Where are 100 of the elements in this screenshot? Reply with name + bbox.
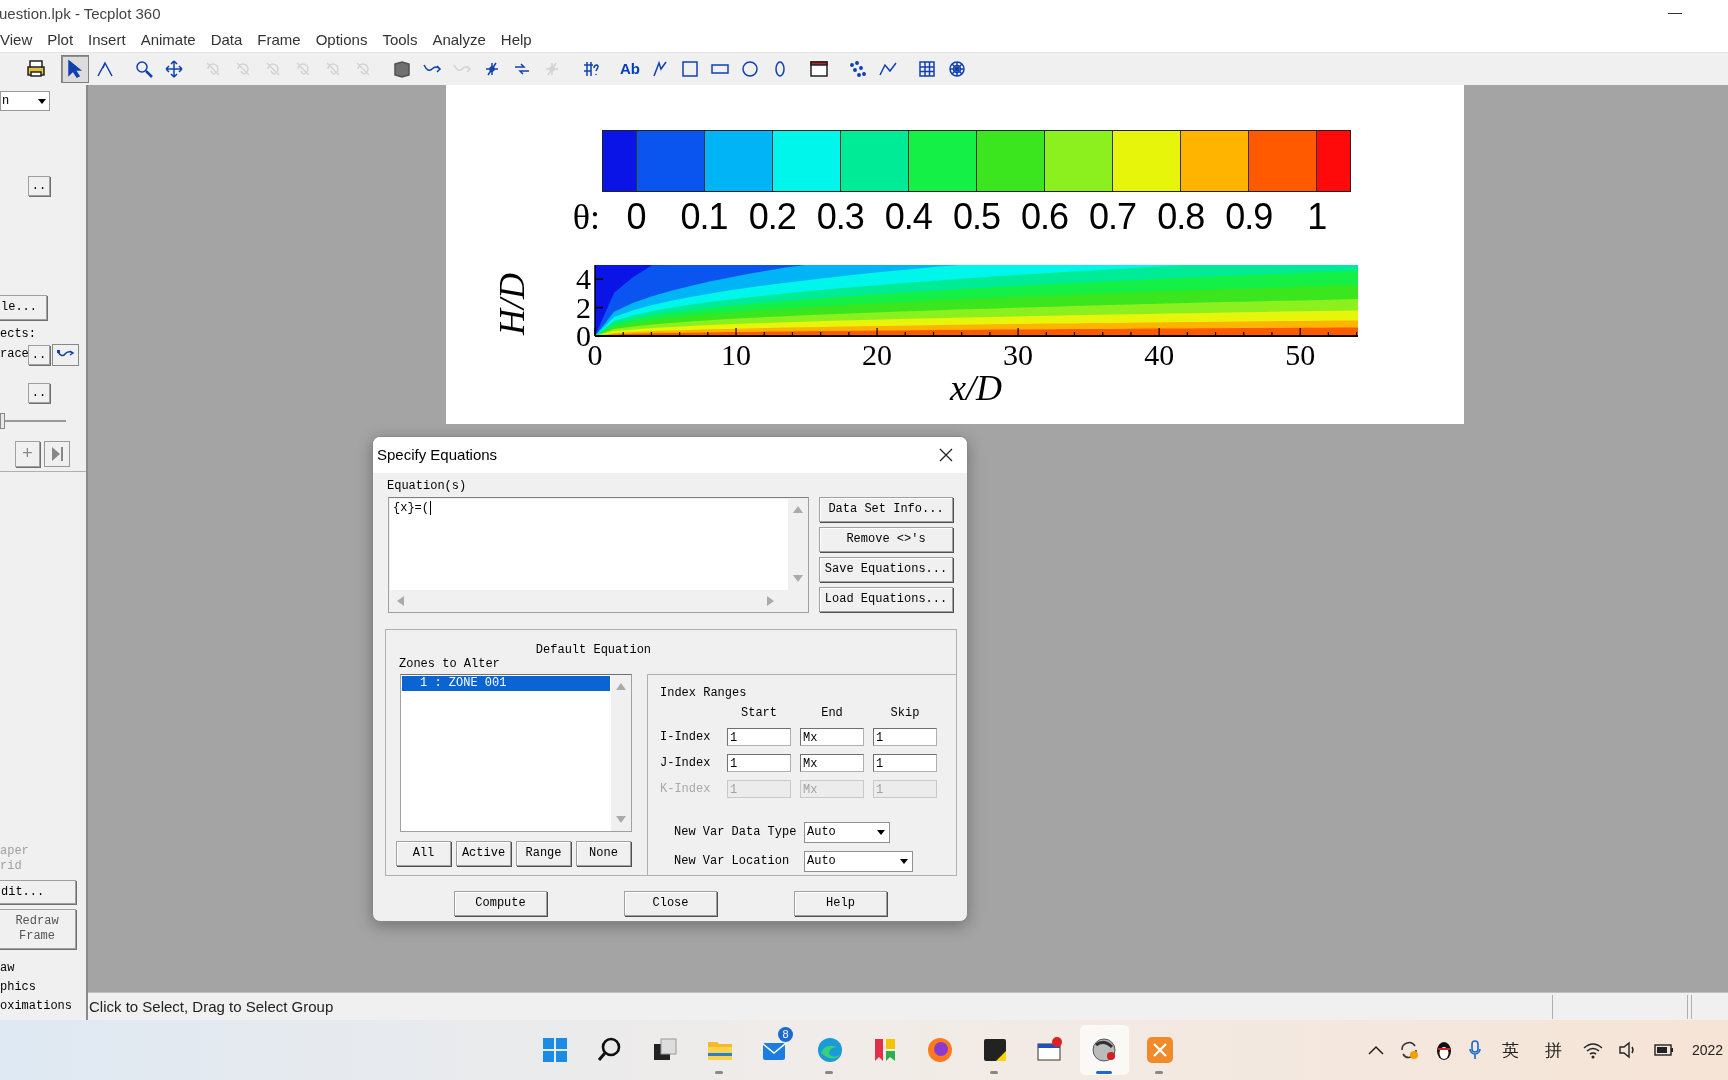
- x-axis-label: x/D: [950, 367, 1002, 408]
- menu-item[interactable]: View: [0, 31, 33, 49]
- menu-item[interactable]: Data: [210, 31, 243, 49]
- options-button[interactable]: ..: [28, 175, 50, 196]
- location-label: New Var Location: [673, 854, 791, 869]
- window-title: uestion.lpk - Tecplot 360: [0, 5, 161, 23]
- cursor-arrow-icon: [65, 58, 85, 79]
- slider-thumb[interactable]: [0, 412, 5, 429]
- penguin-icon[interactable]: [1434, 1039, 1454, 1062]
- menu-item[interactable]: Options: [315, 31, 368, 49]
- skip-to-end-icon[interactable]: [44, 440, 70, 467]
- printer-icon: [26, 58, 46, 79]
- plot-type-dropdown[interactable]: n: [0, 90, 50, 111]
- zone-select-button[interactable]: Range: [516, 840, 571, 866]
- taskbar-button[interactable]: [1080, 1025, 1129, 1076]
- legend-label: 0.5: [952, 195, 1000, 238]
- legend-label: 0.2: [748, 195, 796, 238]
- text-cursor: [430, 500, 431, 515]
- battery-icon[interactable]: [1652, 1042, 1674, 1059]
- legend-label: 0.6: [1021, 195, 1069, 238]
- toolbar-button[interactable]: Ab: [616, 54, 644, 83]
- index-label: K-Index: [660, 781, 712, 796]
- dialog-button[interactable]: Load Equations...: [819, 586, 953, 612]
- minimize-icon[interactable]: [1668, 13, 1682, 15]
- zone-select-button[interactable]: All: [396, 840, 451, 866]
- x-tick-label: 40: [1144, 337, 1175, 371]
- dialog-button[interactable]: Remove <>'s: [819, 526, 953, 552]
- index-field[interactable]: 1: [727, 727, 791, 746]
- menu-item[interactable]: Help: [500, 31, 532, 49]
- index-field: 1: [873, 779, 937, 798]
- trace-label: race: [0, 347, 28, 363]
- menu-item[interactable]: Animate: [140, 31, 196, 49]
- menu-item[interactable]: Tools: [382, 31, 418, 49]
- index-field: 1: [727, 779, 791, 798]
- legend-title: θ:: [571, 195, 601, 238]
- data-type-label: New Var Data Type: [673, 825, 798, 840]
- zones-label: Zones to Alter: [399, 656, 500, 671]
- scatter-dots-icon: [848, 58, 868, 79]
- edit-button[interactable]: dit...: [0, 880, 76, 905]
- default-equation-label: Default Equation: [535, 642, 652, 657]
- legend-label: 0.8: [1157, 195, 1205, 238]
- redraw-frame-button[interactable]: Redraw Frame: [0, 909, 76, 950]
- index-label: J-Index: [660, 755, 712, 770]
- x-tick-label: 50: [1285, 337, 1316, 371]
- clock-text: 2022: [1692, 1042, 1724, 1059]
- four-way-arrow-icon: [164, 58, 184, 79]
- sidebar-text: oximations: [0, 998, 72, 1016]
- toolbar-button[interactable]: [61, 54, 89, 83]
- slider[interactable]: [0, 412, 66, 429]
- scissors-icon: [1144, 1035, 1175, 1066]
- menu-item[interactable]: Frame: [257, 31, 301, 49]
- zone-list-item[interactable]: 1 : ZONE 001: [402, 675, 610, 691]
- y-axis-label: H/D: [492, 272, 532, 335]
- chevron-up-icon[interactable]: [1368, 1045, 1384, 1056]
- menu-item[interactable]: Plot: [47, 31, 74, 49]
- column-header: Skip: [890, 705, 920, 720]
- menu-item[interactable]: Analyze: [432, 31, 486, 49]
- index-label: I-Index: [660, 729, 712, 744]
- zone-select-button[interactable]: Active: [456, 840, 511, 866]
- data-type-dropdown[interactable]: Auto: [804, 821, 890, 843]
- column-header: Start: [741, 705, 777, 720]
- dialog-button[interactable]: Save Equations...: [819, 556, 953, 582]
- equations-label: Equation(s): [387, 478, 468, 493]
- microphone-icon[interactable]: [1468, 1039, 1482, 1062]
- circle-icon: [740, 58, 760, 79]
- dialog-button[interactable]: Data Set Info...: [819, 496, 953, 522]
- option-label: rid: [0, 859, 22, 875]
- wifi-icon[interactable]: [1582, 1041, 1604, 1060]
- style-button[interactable]: le...: [0, 294, 47, 320]
- option-label: aper: [0, 844, 29, 860]
- legend-label: 0.9: [1225, 195, 1273, 238]
- sync-icon[interactable]: [1398, 1039, 1420, 1062]
- zone-select-button[interactable]: None: [576, 840, 631, 866]
- x-tick-label: 30: [1003, 337, 1034, 371]
- close-icon[interactable]: [939, 447, 953, 462]
- location-dropdown[interactable]: Auto: [804, 850, 913, 872]
- dialog-button[interactable]: Compute: [454, 890, 547, 916]
- square-icon: [680, 58, 700, 79]
- notification-badge: 8: [778, 1027, 793, 1043]
- legend-label: 0.4: [884, 195, 932, 238]
- dialog-button[interactable]: Close: [624, 890, 717, 916]
- index-field[interactable]: Mx: [800, 753, 864, 772]
- legend-label: 0.3: [816, 195, 864, 238]
- column-header: End: [821, 705, 843, 720]
- slice-options-button[interactable]: ..: [28, 382, 50, 403]
- trace-options-button[interactable]: ..: [28, 344, 50, 365]
- x-tick-label: 20: [862, 337, 893, 371]
- index-field[interactable]: 1: [873, 727, 937, 746]
- dialog-title: Specify Equations: [377, 446, 498, 464]
- dialog-button[interactable]: Help: [794, 890, 887, 916]
- index-field[interactable]: Mx: [800, 727, 864, 746]
- menu-item[interactable]: Insert: [88, 31, 126, 49]
- equation-field[interactable]: {x}=(: [390, 498, 788, 590]
- input-method-indicator[interactable]: 英: [1502, 1038, 1519, 1062]
- index-field[interactable]: 1: [873, 753, 937, 772]
- index-field[interactable]: 1: [727, 753, 791, 772]
- taskbar-button[interactable]: 8: [750, 1025, 799, 1076]
- streamline-icon[interactable]: [52, 343, 79, 366]
- x-tick-label: 10: [721, 337, 752, 371]
- input-method-indicator[interactable]: 拼: [1545, 1038, 1562, 1062]
